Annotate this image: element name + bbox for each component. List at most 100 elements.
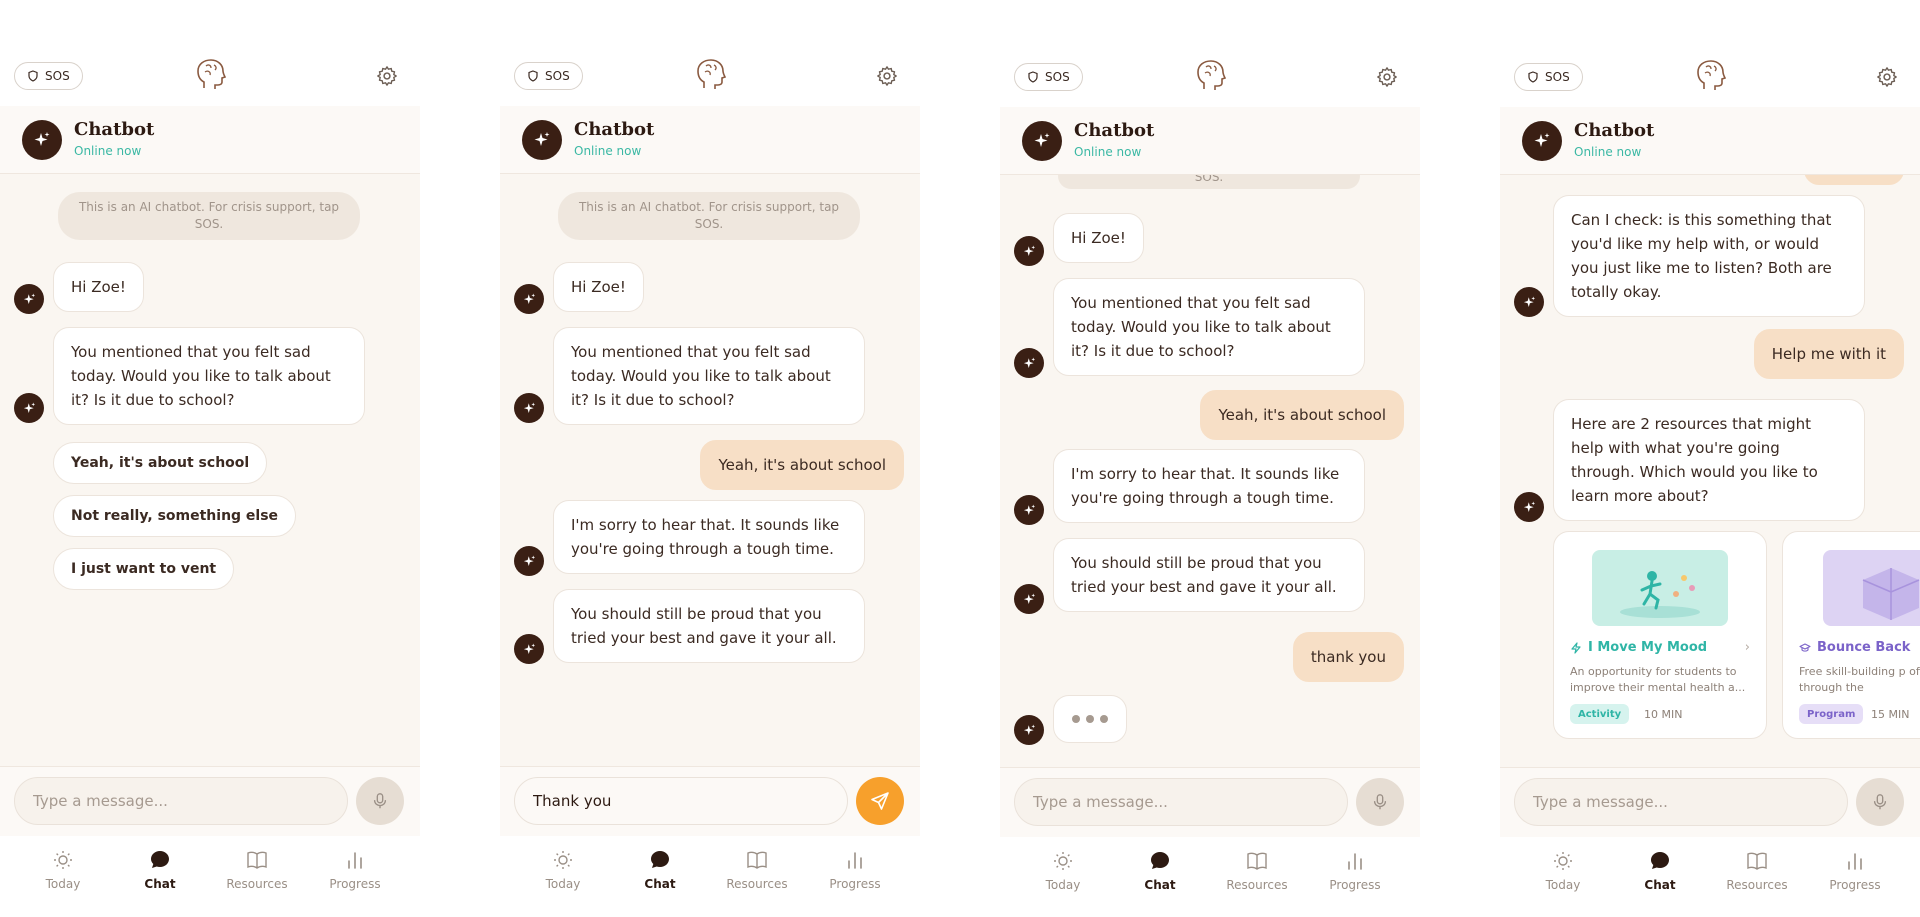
bot-message-avatar <box>1014 236 1044 266</box>
mic-button[interactable] <box>1356 778 1404 826</box>
brain-head-logo-icon <box>1697 60 1726 90</box>
quick-reply-chip[interactable]: Yeah, it's about school <box>53 442 268 484</box>
quick-reply-chip[interactable]: I just want to vent <box>53 548 235 590</box>
sparkle-icon <box>523 402 535 413</box>
nav-label: Today <box>45 877 81 891</box>
message-list[interactable]: Can I check: is this something that you'… <box>1500 155 1920 767</box>
nav-today[interactable]: Today <box>18 849 108 891</box>
resource-card[interactable]: I Move My Mood › An opportunity for stud… <box>1553 531 1767 739</box>
resource-illustration <box>1823 550 1920 626</box>
top-bar: SOS <box>0 56 420 96</box>
typing-indicator <box>1053 695 1127 743</box>
chat-header: Chatbot Online now <box>0 106 420 174</box>
settings-gear-icon[interactable] <box>1376 66 1398 88</box>
nav-chat[interactable]: Chat <box>615 849 705 891</box>
message-input[interactable] <box>14 777 348 825</box>
chat-bubble-icon <box>151 851 169 868</box>
nav-progress[interactable]: Progress <box>1810 850 1900 892</box>
sparkle-icon <box>1023 357 1035 368</box>
resource-card[interactable]: Bounce Back Free skill-building p offere… <box>1782 531 1920 739</box>
user-message: Yeah, it's about school <box>1200 390 1404 440</box>
nav-today[interactable]: Today <box>518 849 608 891</box>
sparkle-icon <box>523 555 535 566</box>
nav-label: Today <box>545 877 581 891</box>
chatbot-avatar <box>1022 121 1062 161</box>
mic-button[interactable] <box>1856 778 1904 826</box>
nav-label: Chat <box>644 877 676 891</box>
chat-title: Chatbot <box>74 119 155 140</box>
bot-message: I'm sorry to hear that. It sounds like y… <box>1053 449 1365 523</box>
bot-message: I'm sorry to hear that. It sounds like y… <box>553 500 865 574</box>
bottom-nav: Today Chat Resources Progress <box>500 837 920 917</box>
top-bar: SOS <box>1000 57 1420 97</box>
bot-message: You should still be proud that you tried… <box>553 589 865 663</box>
settings-gear-icon[interactable] <box>376 65 398 87</box>
nav-progress[interactable]: Progress <box>1310 850 1400 892</box>
nav-progress[interactable]: Progress <box>810 849 900 891</box>
online-status: Online now <box>574 144 642 158</box>
composer <box>0 766 420 836</box>
chat-bubble-icon <box>651 851 669 868</box>
sos-button[interactable]: SOS <box>14 62 83 90</box>
sparkle-icon <box>1523 296 1535 307</box>
app-stage: SOS Chatbot Online now This is an AI cha… <box>0 0 1920 917</box>
nav-chat[interactable]: Chat <box>115 849 205 891</box>
message-list[interactable]: SOS. Hi Zoe! You mentioned that you felt… <box>1000 163 1420 767</box>
message-input[interactable] <box>1014 778 1348 826</box>
resource-type-badge: Program <box>1799 704 1864 724</box>
microphone-icon <box>1373 794 1387 810</box>
nav-resources[interactable]: Resources <box>712 849 802 891</box>
screen-1: SOS Chatbot Online now This is an AI cha… <box>0 0 420 917</box>
sparkle-icon <box>23 402 35 413</box>
bot-message: You mentioned that you felt sad today. W… <box>1053 278 1365 376</box>
nav-resources[interactable]: Resources <box>1712 850 1802 892</box>
nav-today[interactable]: Today <box>1518 850 1608 892</box>
person-running-icon <box>1620 571 1700 618</box>
bot-message-avatar <box>14 393 44 423</box>
quick-reply-chip[interactable]: Not really, something else <box>53 495 297 537</box>
settings-gear-icon[interactable] <box>876 65 898 87</box>
nav-chat[interactable]: Chat <box>1115 850 1205 892</box>
resource-title: I Move My Mood <box>1570 640 1707 655</box>
nav-progress[interactable]: Progress <box>310 849 400 891</box>
chat-panel: Chatbot Online now SOS. Hi Zoe! You ment… <box>1000 107 1420 767</box>
sos-button[interactable]: SOS <box>514 62 583 90</box>
composer <box>500 766 920 836</box>
nav-resources[interactable]: Resources <box>1212 850 1302 892</box>
bar-chart-icon <box>1348 853 1362 870</box>
nav-resources[interactable]: Resources <box>212 849 302 891</box>
message-list[interactable]: This is an AI chatbot. For crisis suppor… <box>0 174 420 766</box>
nav-label: Resources <box>1226 878 1288 892</box>
bottom-nav: Today Chat Resources Progress <box>1000 838 1420 917</box>
nav-chat[interactable]: Chat <box>1615 850 1705 892</box>
sparkle-icon <box>523 293 535 304</box>
sos-button[interactable]: SOS <box>1014 63 1083 91</box>
sparkle-icon <box>523 643 535 654</box>
nav-label: Today <box>1545 878 1581 892</box>
bot-message-avatar <box>514 546 544 576</box>
sparkle-icon <box>1523 501 1535 512</box>
message-list[interactable]: This is an AI chatbot. For crisis suppor… <box>500 174 920 766</box>
composer <box>1500 767 1920 837</box>
brain-head-logo-icon <box>697 59 726 89</box>
nav-label: Chat <box>144 877 176 891</box>
resource-description: An opportunity for students to improve t… <box>1570 665 1746 694</box>
chatbot-avatar <box>522 120 562 160</box>
send-button[interactable] <box>856 777 904 825</box>
sparkle-icon <box>1534 133 1550 147</box>
bot-message-avatar <box>514 393 544 423</box>
nav-label: Resources <box>226 877 288 891</box>
chat-header: Chatbot Online now <box>500 106 920 174</box>
brain-head-logo-icon <box>197 59 226 89</box>
bot-message-avatar <box>14 284 44 314</box>
settings-gear-icon[interactable] <box>1876 66 1898 88</box>
box-illustration-icon <box>1862 568 1920 620</box>
nav-today[interactable]: Today <box>1018 850 1108 892</box>
sos-button[interactable]: SOS <box>1514 63 1583 91</box>
mic-button[interactable] <box>356 777 404 825</box>
bot-message-avatar <box>1014 715 1044 745</box>
message-input[interactable] <box>514 777 848 825</box>
sun-icon <box>554 851 572 869</box>
message-input[interactable] <box>1514 778 1848 826</box>
book-open-icon <box>1747 852 1767 870</box>
